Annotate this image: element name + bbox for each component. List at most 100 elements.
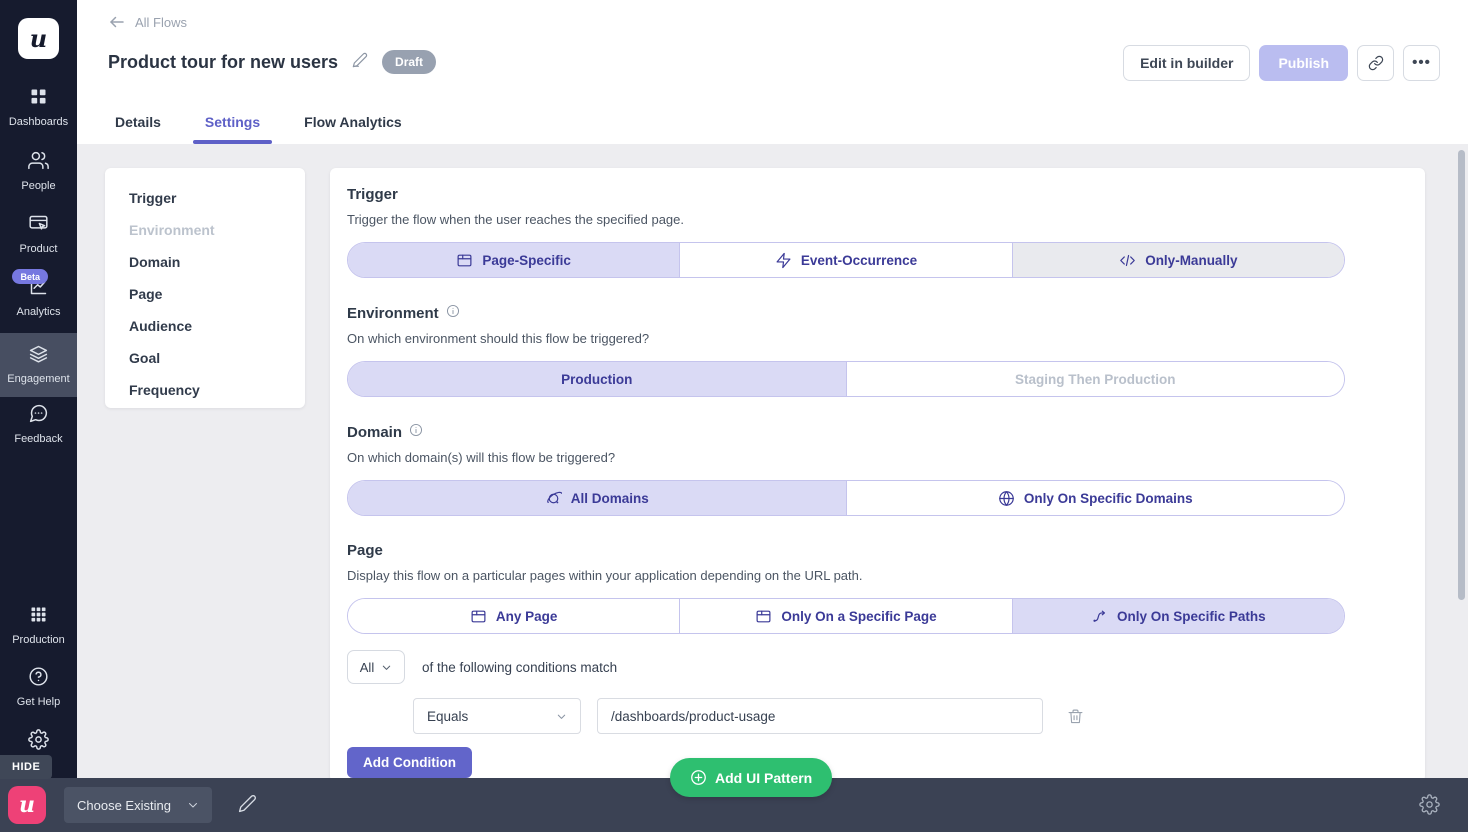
app-root: u Dashboards People Product Beta Analyti… — [0, 0, 1468, 832]
delete-condition-button[interactable] — [1059, 708, 1084, 725]
browser-icon — [471, 610, 486, 622]
plus-circle-icon — [691, 770, 706, 785]
info-icon[interactable] — [409, 423, 423, 442]
domain-option-specific-domains[interactable]: Only On Specific Domains — [845, 481, 1344, 515]
settings-nav-goal[interactable]: Goal — [105, 342, 305, 374]
sidebar-item-label: Get Help — [16, 696, 61, 708]
copy-link-button[interactable] — [1357, 45, 1394, 81]
page-segmented-control: Any Page Only On a Specific Page Only On… — [347, 598, 1345, 634]
beta-badge: Beta — [12, 269, 48, 284]
app-logo-letter: u — [29, 24, 48, 53]
sidebar-item-engagement[interactable]: Engagement — [0, 333, 77, 397]
condition-value-input[interactable] — [597, 698, 1043, 734]
section-description: On which environment should this flow be… — [347, 331, 650, 346]
chevron-down-icon — [557, 714, 566, 719]
section-page: Page Display this flow on a particular p… — [347, 542, 1345, 634]
publish-button[interactable]: Publish — [1259, 45, 1348, 81]
more-actions-button[interactable]: ••• — [1403, 45, 1440, 81]
settings-nav-page[interactable]: Page — [105, 278, 305, 310]
add-ui-pattern-button[interactable]: Add UI Pattern — [670, 758, 833, 797]
sidebar-item-label: Dashboards — [8, 116, 69, 128]
sidebar-item-analytics[interactable]: Beta Analytics — [0, 269, 77, 318]
trigger-option-event-occurrence[interactable]: Event-Occurrence — [679, 243, 1012, 277]
trigger-option-page-specific[interactable]: Page-Specific — [348, 243, 680, 277]
settings-nav-trigger[interactable]: Trigger — [105, 182, 305, 214]
link-icon — [1368, 55, 1383, 71]
bottom-bar-edit-button[interactable] — [238, 794, 257, 813]
sidebar-item-dashboards[interactable]: Dashboards — [0, 86, 77, 128]
sidebar-item-product[interactable]: Product — [0, 213, 77, 255]
sidebar-item-people[interactable]: People — [0, 150, 77, 192]
edit-title-button[interactable] — [352, 52, 368, 73]
back-arrow-icon — [110, 16, 124, 28]
page-option-any-page[interactable]: Any Page — [348, 599, 680, 633]
condition-operator-select[interactable]: Equals — [413, 698, 581, 734]
pencil-icon — [352, 52, 368, 67]
tab-details[interactable]: Details — [115, 114, 161, 144]
info-icon[interactable] — [446, 304, 460, 323]
browser-icon — [756, 610, 771, 622]
domain-option-all-domains[interactable]: All Domains — [348, 481, 846, 515]
sidebar-item-label: Feedback — [14, 433, 63, 445]
userpilot-logo-letter: u — [19, 792, 35, 818]
page-option-specific-paths[interactable]: Only On Specific Paths — [1011, 599, 1344, 633]
bottom-bar-settings-button[interactable] — [1419, 794, 1440, 815]
section-title: Domain — [347, 423, 403, 441]
trigger-option-only-manually[interactable]: Only-Manually — [1011, 243, 1344, 277]
sidebar-item-label: People — [21, 180, 56, 192]
sidebar: u Dashboards People Product Beta Analyti… — [0, 0, 77, 778]
page-header: All Flows Product tour for new users Dra… — [77, 0, 1468, 144]
route-icon — [1093, 610, 1106, 622]
browser-icon — [457, 254, 472, 266]
tab-flow-analytics[interactable]: Flow Analytics — [304, 114, 402, 144]
section-environment: Environment On which environment should … — [347, 304, 1345, 397]
settings-card: Trigger Trigger the flow when the user r… — [330, 168, 1425, 782]
section-trigger: Trigger Trigger the flow when the user r… — [347, 186, 1345, 278]
feedback-chat-icon — [28, 403, 49, 429]
dashboards-grid-icon — [28, 86, 49, 112]
section-domain: Domain On which domain(s) will this flow… — [347, 423, 1345, 516]
product-window-icon — [28, 213, 49, 239]
analytics-chart-icon: Beta — [12, 269, 49, 302]
sidebar-item-label: Analytics — [16, 306, 61, 318]
production-grid-icon — [28, 604, 49, 630]
code-icon — [1120, 254, 1136, 266]
page-option-specific-page[interactable]: Only On a Specific Page — [679, 599, 1012, 633]
app-logo[interactable]: u — [18, 18, 59, 59]
add-condition-button[interactable]: Add Condition — [347, 747, 472, 778]
breadcrumb[interactable]: All Flows — [108, 13, 187, 31]
condition-row: Equals — [413, 698, 1345, 734]
userpilot-logo[interactable]: u — [8, 786, 46, 824]
sidebar-item-production[interactable]: Production — [0, 604, 77, 646]
edit-in-builder-button[interactable]: Edit in builder — [1123, 45, 1251, 81]
lightning-icon — [776, 252, 791, 268]
sidebar-item-label: Production — [12, 634, 65, 646]
chevron-down-icon — [383, 665, 391, 670]
environment-option-staging-then-production[interactable]: Staging Then Production — [845, 362, 1344, 396]
chevron-down-icon — [188, 803, 197, 808]
match-quantifier-select[interactable]: All — [347, 650, 405, 684]
vertical-scrollbar[interactable] — [1458, 150, 1465, 600]
hide-toggle[interactable]: HIDE — [0, 755, 53, 779]
settings-nav-audience[interactable]: Audience — [105, 310, 305, 342]
globe-icon — [999, 490, 1014, 506]
status-badge: Draft — [382, 50, 437, 74]
match-conditions-label: of the following conditions match — [422, 659, 618, 675]
settings-nav-environment[interactable]: Environment — [105, 214, 305, 246]
engagement-layers-icon — [28, 343, 49, 369]
section-title: Environment — [347, 304, 439, 322]
sidebar-item-feedback[interactable]: Feedback — [0, 403, 77, 445]
tab-settings[interactable]: Settings — [192, 114, 273, 144]
settings-nav-frequency[interactable]: Frequency — [105, 374, 305, 406]
choose-existing-dropdown[interactable]: Choose Existing — [64, 787, 212, 823]
environment-option-production[interactable]: Production — [348, 362, 846, 396]
all-domains-orbit-icon — [546, 491, 562, 503]
help-circle-icon — [28, 666, 49, 692]
page-title: Product tour for new users — [108, 51, 339, 72]
sidebar-item-get-help[interactable]: Get Help — [0, 666, 77, 708]
flow-tabs: Details Settings Flow Analytics — [115, 114, 402, 144]
sidebar-item-label: Engagement — [7, 373, 70, 385]
conditions-match-row: All of the following conditions match — [347, 650, 1345, 684]
settings-nav-domain[interactable]: Domain — [105, 246, 305, 278]
settings-nav: Trigger Environment Domain Page Audience… — [105, 168, 305, 408]
